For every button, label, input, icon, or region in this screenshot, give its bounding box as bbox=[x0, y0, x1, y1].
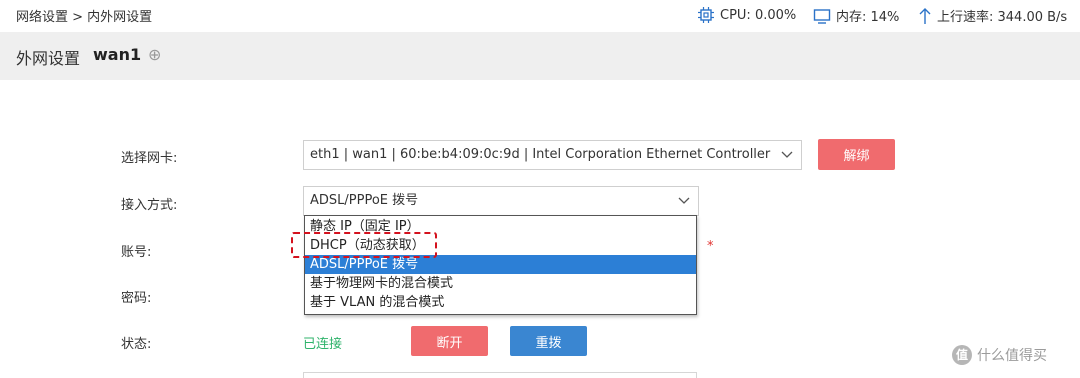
account-label: 账号: bbox=[121, 245, 152, 260]
redial-button[interactable]: 重拨 bbox=[510, 326, 587, 356]
next-field-input[interactable] bbox=[303, 372, 697, 378]
password-label: 密码: bbox=[121, 291, 152, 306]
interface-name: wan1 bbox=[93, 45, 142, 64]
unbind-button[interactable]: 解绑 bbox=[818, 139, 895, 170]
watermark: 值 什么值得买 bbox=[952, 345, 1047, 365]
watermark-text: 什么值得买 bbox=[977, 348, 1047, 364]
cpu-stat: CPU: 0.00% bbox=[697, 6, 796, 24]
cpu-icon bbox=[698, 7, 714, 23]
monitor-icon bbox=[813, 8, 831, 24]
chevron-down-icon bbox=[678, 197, 690, 204]
disconnect-button[interactable]: 断开 bbox=[411, 326, 488, 356]
section-title: 外网设置 bbox=[16, 49, 81, 68]
status-label: 状态: bbox=[121, 337, 152, 352]
nic-select-value: eth1 | wan1 | 60:be:b4:09:0c:9d | Intel … bbox=[310, 147, 771, 162]
nic-label: 选择网卡: bbox=[121, 151, 178, 166]
connection-status: 已连接 bbox=[303, 337, 343, 352]
highlight-box bbox=[291, 232, 437, 258]
cpu-value: CPU: 0.00% bbox=[720, 7, 797, 23]
breadcrumb[interactable]: 网络设置 > 内外网设置 bbox=[16, 6, 152, 25]
memory-value: 内存: 14% bbox=[836, 10, 900, 25]
memory-stat: 内存: 14% bbox=[813, 6, 899, 25]
access-method-select[interactable]: ADSL/PPPoE 拨号 bbox=[303, 186, 699, 216]
section-header: 外网设置 wan1 ⊕ bbox=[0, 32, 1080, 80]
top-bar: 网络设置 > 内外网设置 CPU: 0.00% 内存: 14% 上行速率: 34… bbox=[0, 0, 1080, 32]
watermark-logo-icon: 值 bbox=[952, 345, 972, 365]
chevron-down-icon bbox=[781, 151, 793, 158]
upload-stat: 上行速率: 344.00 B/s bbox=[918, 6, 1067, 25]
option-physical-mixed[interactable]: 基于物理网卡的混合模式 bbox=[305, 274, 696, 293]
access-method-label: 接入方式: bbox=[121, 198, 178, 213]
required-mark: * bbox=[707, 239, 714, 254]
access-method-value: ADSL/PPPoE 拨号 bbox=[310, 193, 419, 208]
arrow-up-icon bbox=[919, 7, 931, 24]
option-vlan-mixed[interactable]: 基于 VLAN 的混合模式 bbox=[305, 293, 696, 312]
access-method-dropdown[interactable]: 静态 IP（固定 IP） DHCP（动态获取） ADSL/PPPoE 拨号 基于… bbox=[304, 215, 697, 315]
upload-value: 上行速率: 344.00 B/s bbox=[937, 10, 1068, 25]
add-icon[interactable]: ⊕ bbox=[148, 45, 161, 64]
nic-select[interactable]: eth1 | wan1 | 60:be:b4:09:0c:9d | Intel … bbox=[303, 140, 802, 170]
